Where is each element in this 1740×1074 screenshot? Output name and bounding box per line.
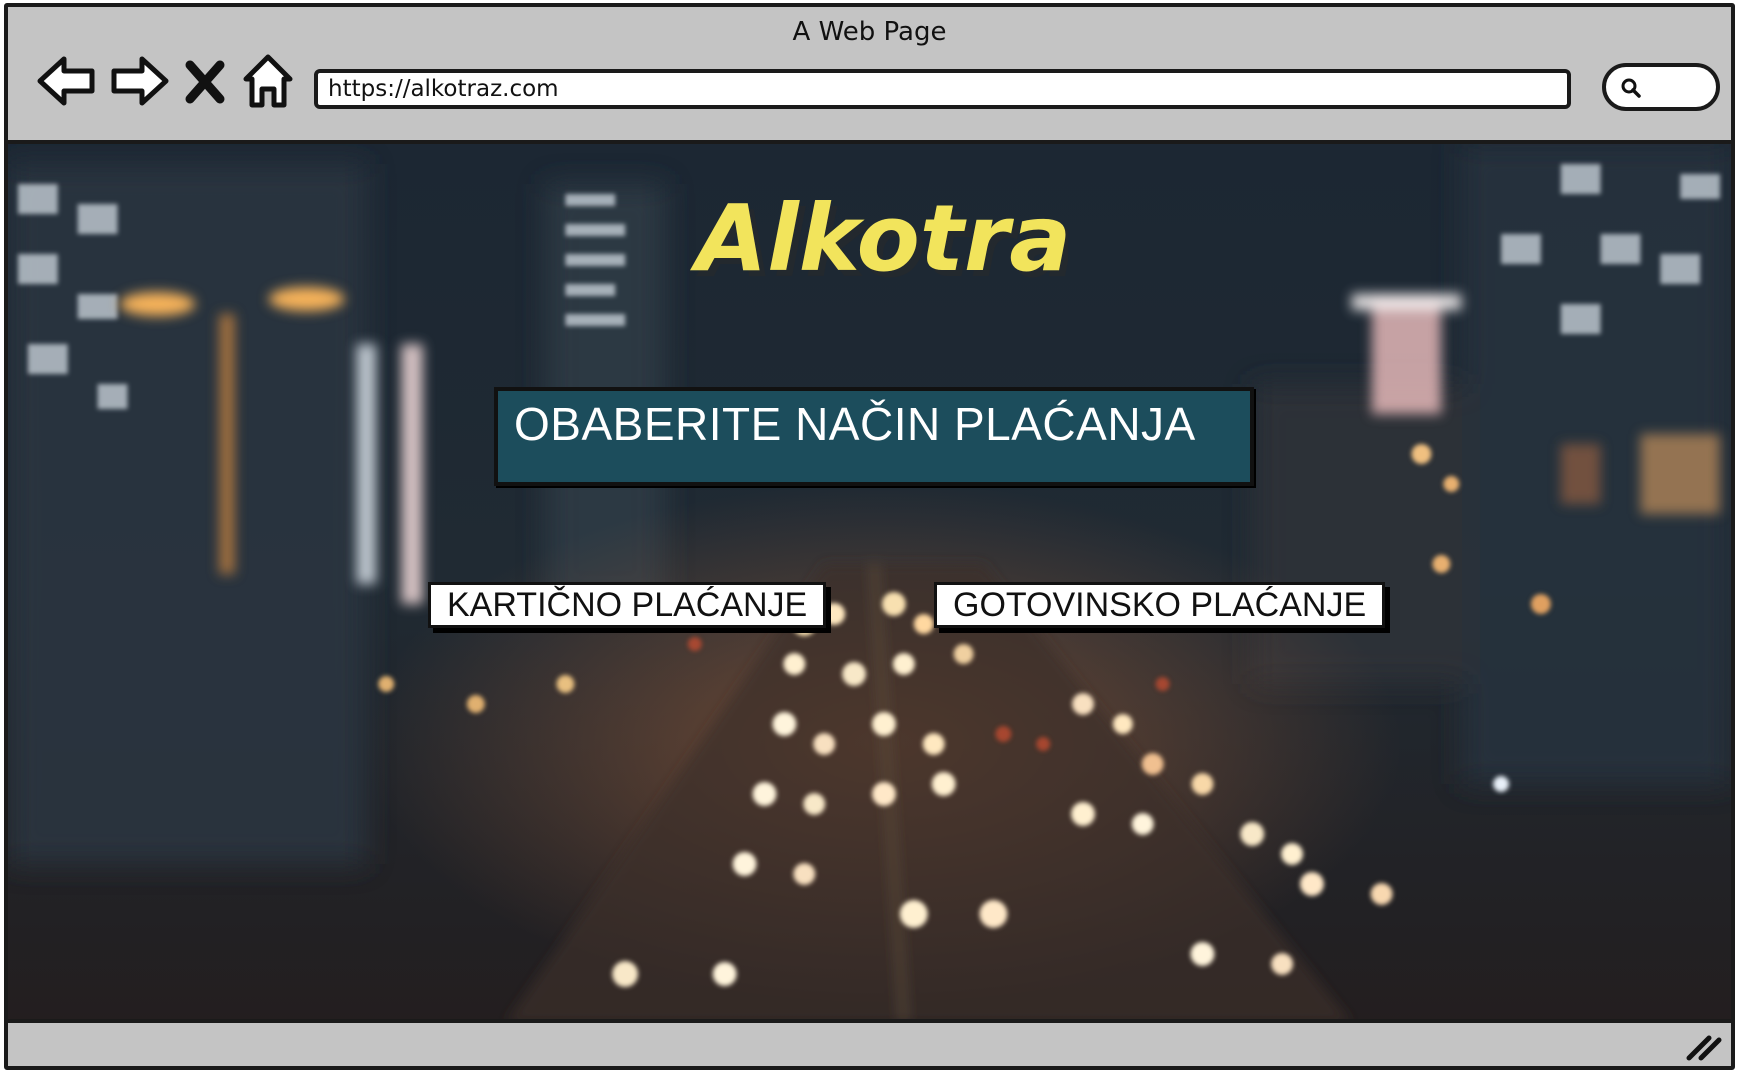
close-icon[interactable] <box>180 49 230 113</box>
browser-toolbar: A Web Page <box>8 7 1731 144</box>
window-title: A Web Page <box>792 17 947 47</box>
search-icon <box>1621 78 1641 98</box>
url-input[interactable] <box>314 69 1571 109</box>
payment-heading-box: OBABERITE NAČIN PLAĆANJA <box>494 387 1254 486</box>
resize-grip-icon[interactable] <box>1683 1028 1723 1062</box>
search-field[interactable] <box>1602 63 1720 111</box>
home-icon[interactable] <box>240 49 296 113</box>
payment-heading: OBABERITE NAČIN PLAĆANJA <box>514 398 1196 450</box>
browser-window: A Web Page https://alkotraz.com Alkotr A… <box>4 3 1735 1070</box>
svg-text:Alkotraz: Alkotraz <box>690 185 1068 292</box>
cash-payment-button[interactable]: GOTOVINSKO PLAĆANJE <box>934 582 1386 628</box>
page-content: Alkotraz Alkotraz OBABERITE NAČIN PLAĆAN… <box>8 144 1731 1023</box>
arrow-right-icon[interactable] <box>106 49 172 113</box>
browser-status-bar <box>8 1019 1731 1066</box>
card-payment-button[interactable]: KARTIČNO PLAĆANJE <box>428 582 827 628</box>
arrow-left-icon[interactable] <box>34 49 100 113</box>
alkotraz-logo: Alkotraz Alkotraz <box>690 185 1068 294</box>
